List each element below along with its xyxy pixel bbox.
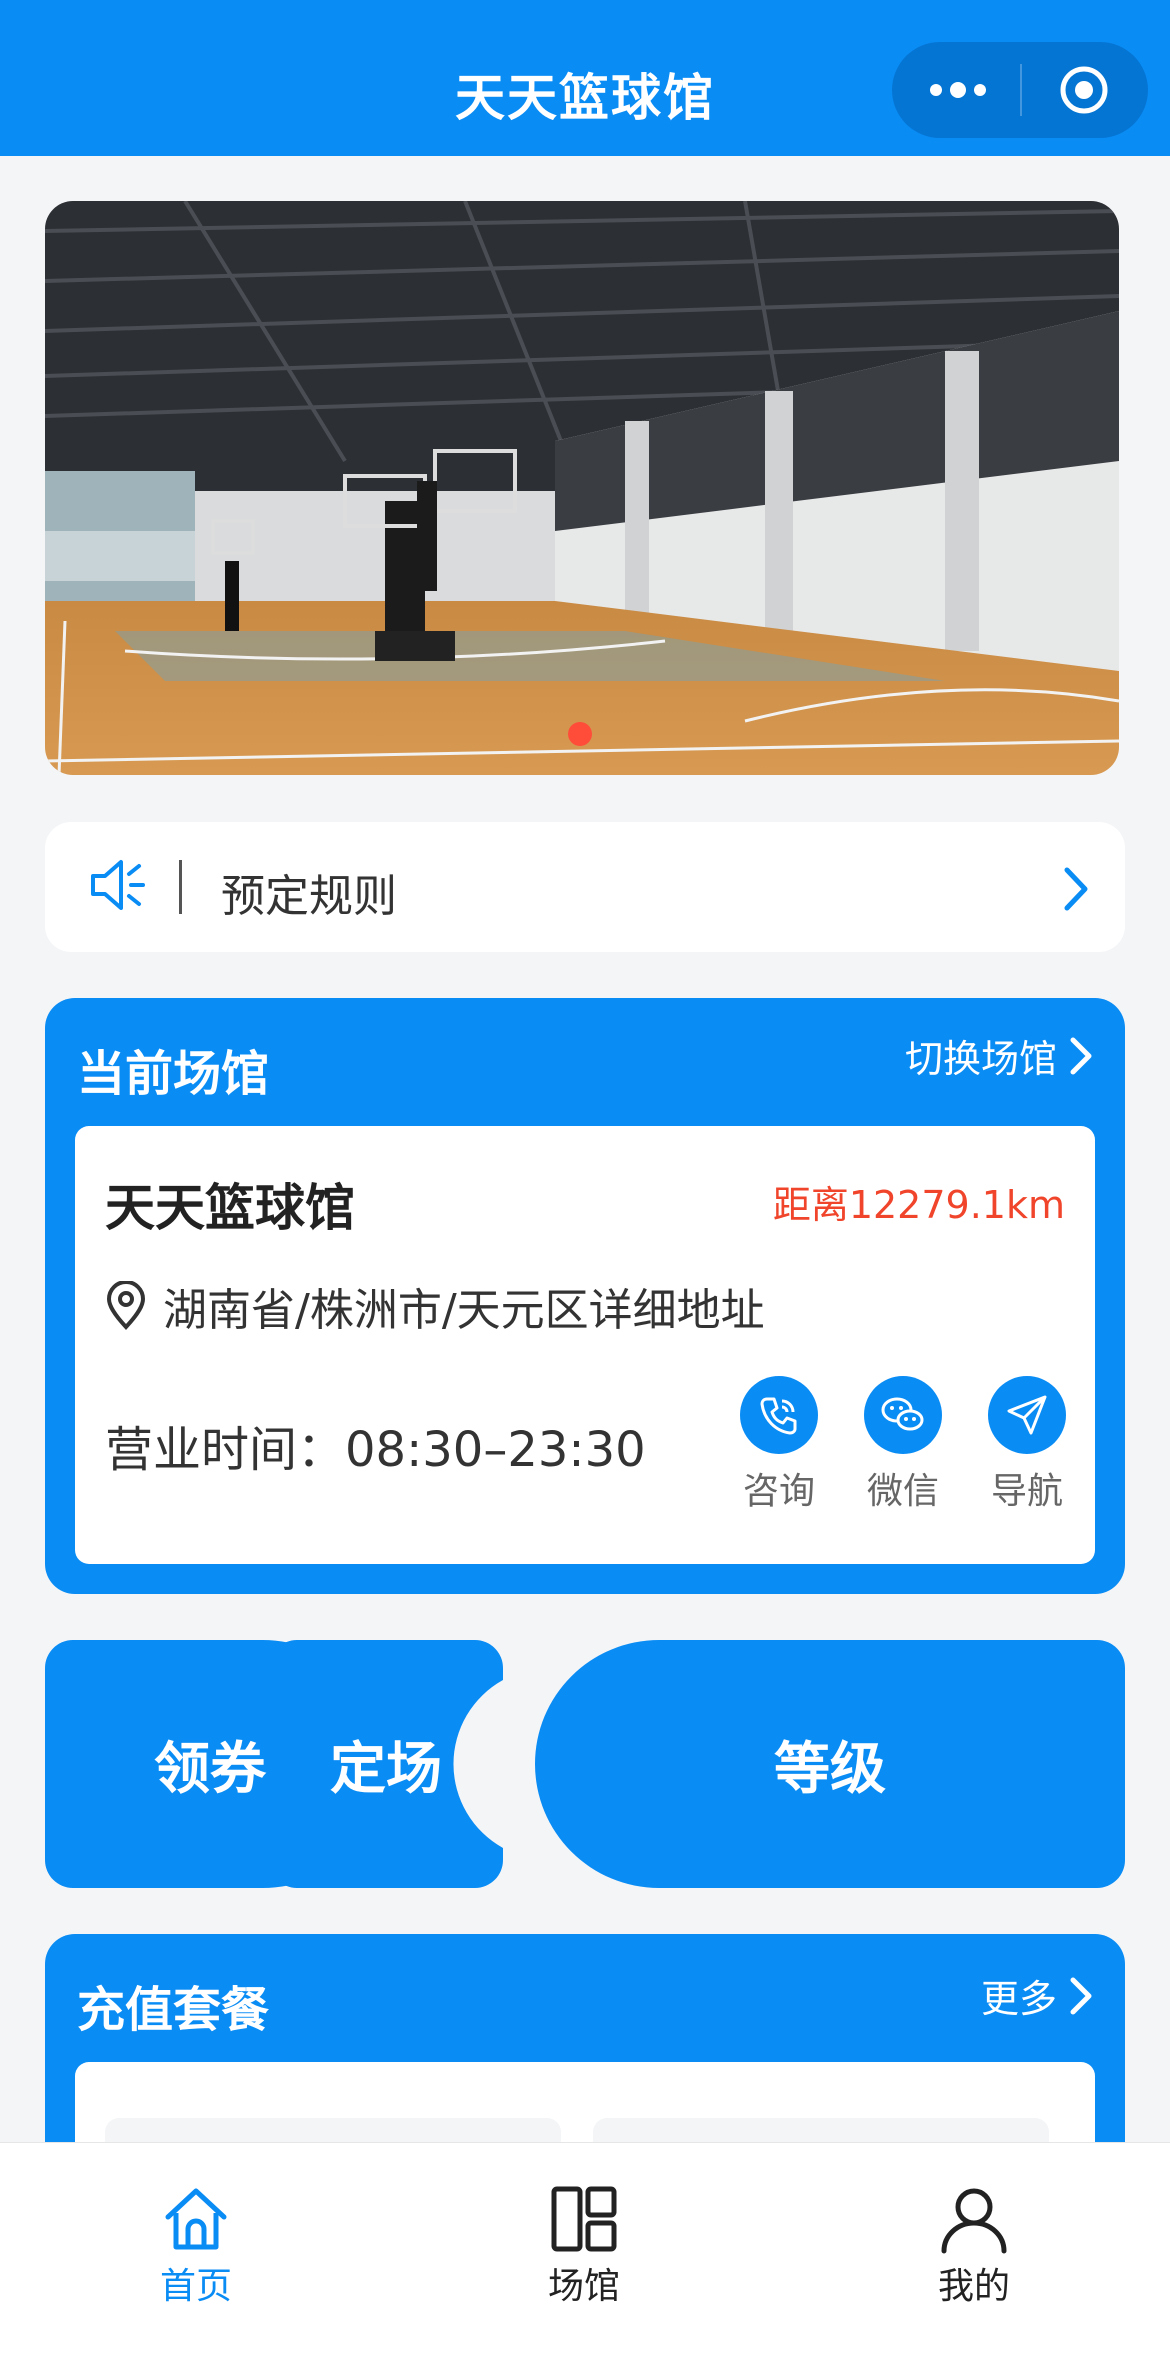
navigation-button[interactable]: 导航 [988,1376,1066,1514]
user-icon [941,2188,1007,2254]
chevron-right-icon [1070,1037,1092,1074]
more-packages-link[interactable]: 更多 [981,1968,1095,2023]
wechat-icon [881,1397,924,1431]
wechat-label: 微信 [866,1471,939,1512]
tab-venue[interactable]: 场馆 [504,2183,664,2309]
level-button[interactable]: 等级 [535,1724,1125,1805]
quick-actions: 领券 定场 等级 [45,1640,1125,1888]
venue-address-row: 湖南省/株洲市/天元区详细地址 [105,1274,765,1338]
venue-actions: 咨询 微信 导航 [693,1376,1066,1514]
home-icon [165,2188,227,2250]
navigation-label: 导航 [990,1471,1063,1512]
consult-label: 咨询 [742,1471,815,1512]
consult-button[interactable]: 咨询 [740,1376,818,1514]
close-miniprogram-icon[interactable] [1058,64,1110,116]
tab-home[interactable]: 首页 [116,2183,276,2309]
switch-venue-label: 切换场馆 [904,1037,1057,1081]
wechat-button[interactable]: 微信 [864,1376,942,1514]
carousel-indicator[interactable] [568,722,592,746]
booking-rules-bar[interactable]: 预定规则 [45,822,1125,952]
venue-distance: 距离12279.1km [772,1183,1065,1227]
current-venue-card: 当前场馆 切换场馆 天天篮球馆 距离12279.1km 湖南省/株洲市/天元区详… [45,998,1125,1594]
miniprogram-capsule [892,42,1148,138]
speaker-icon [91,860,145,910]
banner-carousel[interactable] [45,201,1119,775]
chevron-right-icon [1070,1977,1092,2014]
venue-address: 湖南省/株洲市/天元区详细地址 [163,1285,765,1336]
venue-info-panel: 天天篮球馆 距离12279.1km 湖南省/株洲市/天元区详细地址 营业时间：0… [75,1126,1095,1564]
venue-grid-icon [551,2186,617,2252]
switch-venue-link[interactable]: 切换场馆 [905,1028,1095,1083]
nav-header: 天天篮球馆 [0,0,1170,156]
location-pin-icon [106,1281,146,1330]
navigation-icon [1007,1395,1047,1435]
tab-venue-label: 场馆 [547,2266,620,2307]
capsule-divider [1020,64,1022,116]
recharge-title: 充值套餐 [77,1982,270,2038]
more-label: 更多 [980,1977,1057,2021]
venue-name: 天天篮球馆 [105,1179,355,1237]
tab-home-label: 首页 [159,2266,232,2307]
notice-divider [179,860,182,914]
venue-hours: 营业时间：08:30–23:30 [105,1422,646,1478]
tab-mine-label: 我的 [937,2266,1010,2307]
phone-icon [760,1397,797,1435]
more-icon[interactable] [928,76,988,104]
current-venue-title: 当前场馆 [77,1046,270,1102]
booking-rules-label: 预定规则 [221,871,397,922]
chevron-right-icon [1064,867,1088,911]
book-court-button[interactable]: 定场 [269,1724,503,1805]
bottom-tab-bar: 首页 场馆 我的 [0,2142,1170,2367]
gym-court-photo [45,201,1119,775]
tab-mine[interactable]: 我的 [894,2183,1054,2309]
